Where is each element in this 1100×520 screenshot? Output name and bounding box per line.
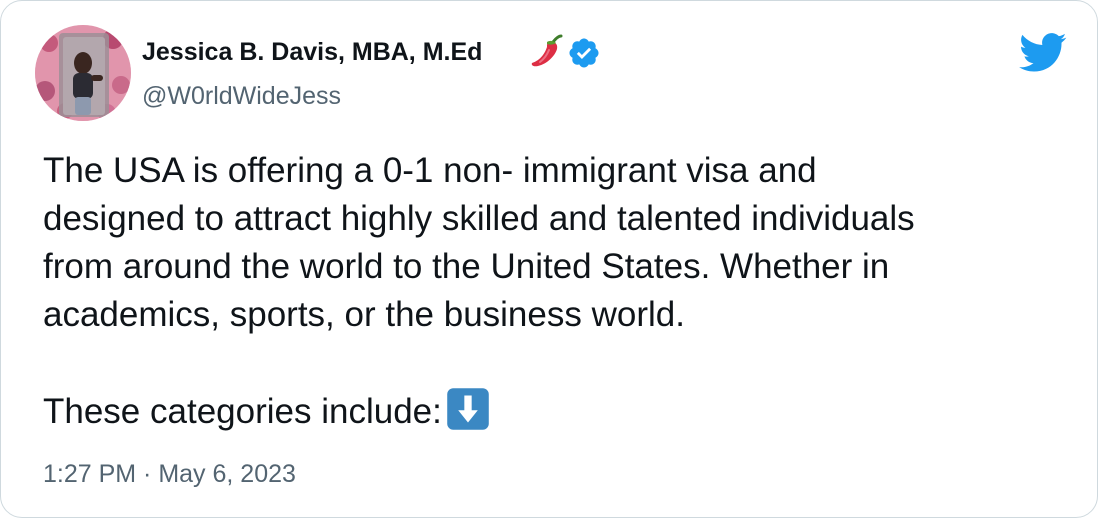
tweet-text-line: The USA is offering a 0-1 non- immigrant… [43, 151, 817, 190]
tweet-text: The USA is offering a 0-1 non- immigrant… [43, 147, 1063, 436]
avatar[interactable] [35, 25, 131, 121]
twitter-bird-icon[interactable] [1019, 33, 1067, 73]
hot-pepper-icon [531, 34, 563, 67]
tweet-text-line: designed to attract highly skilled and t… [43, 199, 915, 238]
avatar-photo [35, 25, 131, 121]
tweet-text-line: academics, sports, or the business world… [43, 295, 685, 334]
tweet-closing-line: These categories include: [43, 387, 1063, 436]
down-arrow-icon [447, 388, 489, 430]
tweet-text-line: from around the world to the United Stat… [43, 247, 890, 286]
tweet-timestamp[interactable]: 1:27 PM · May 6, 2023 [43, 457, 296, 491]
tweet-card[interactable]: Jessica B. Davis, MBA, M.Ed @W0rldWideJe… [0, 0, 1098, 518]
tweet-closing-text: These categories include: [43, 392, 442, 431]
paragraph-break [43, 339, 1063, 387]
author-handle[interactable]: @W0rldWideJess [142, 80, 341, 112]
verified-badge-icon[interactable] [567, 36, 601, 70]
author-display-name[interactable]: Jessica B. Davis, MBA, M.Ed [142, 36, 482, 68]
